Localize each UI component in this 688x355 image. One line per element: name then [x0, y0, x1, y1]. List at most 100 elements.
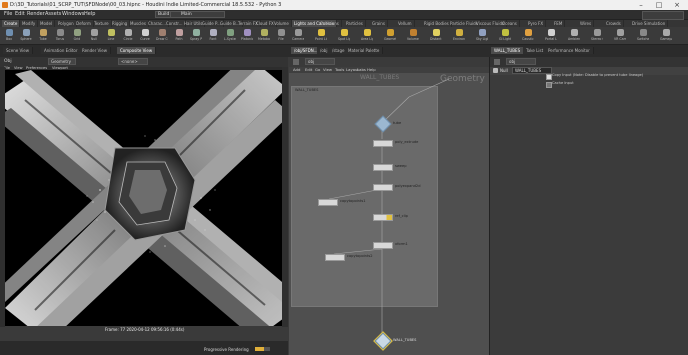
tool-camera[interactable]: Camera — [292, 29, 304, 41]
menu-help[interactable]: Help — [84, 11, 95, 17]
tool-platonic[interactable]: Platonic — [241, 29, 253, 41]
node-label-polyexpand2d: polyexpand2d — [395, 184, 421, 188]
tool-circle[interactable]: Circle — [122, 29, 134, 41]
tool-tube[interactable]: Tube — [37, 29, 49, 41]
tool-box[interactable]: Box — [3, 29, 15, 41]
menu-windows[interactable]: Windows — [62, 11, 84, 17]
param-toolbar: obj — [490, 57, 688, 67]
tool-null[interactable]: Null — [88, 29, 100, 41]
tool-distant-light[interactable]: Distant Light — [430, 29, 442, 41]
tool-point-light[interactable]: Point Light — [315, 29, 327, 41]
shelf-tab-deform[interactable]: Deform — [74, 20, 94, 27]
shelf-tab-modify[interactable]: Modify — [20, 20, 39, 27]
shelf-tab-collisions[interactable]: Collisions — [318, 20, 342, 27]
cache-input-label: Cache Input — [552, 81, 574, 85]
tool-spot-light[interactable]: Spot Light — [338, 29, 350, 41]
tool-line[interactable]: Line — [105, 29, 117, 41]
node-poly-extrude[interactable] — [373, 140, 393, 147]
user-dropdown[interactable] — [642, 11, 684, 20]
network-tab-material-palette[interactable]: Material Palette — [345, 47, 384, 54]
tool-ambient-light[interactable]: Ambient Light — [568, 29, 580, 41]
tool-switcher[interactable]: Switcher — [637, 29, 649, 41]
tool-volume-light[interactable]: Volume Light — [407, 29, 419, 41]
node-copytopoints1[interactable] — [318, 199, 338, 206]
param-tab-wall-tubes[interactable]: WALL_TUBES — [491, 47, 525, 54]
main-desktop-dropdown[interactable]: Main — [170, 11, 225, 18]
tool-grid[interactable]: Grid — [71, 29, 83, 41]
network-path-dropdown[interactable]: obj — [305, 58, 335, 65]
viewport-path-obj[interactable]: Obj — [4, 59, 12, 64]
pane-tab-composite-view[interactable]: Composite View — [117, 47, 157, 54]
shelf-tab-wires[interactable]: Wires — [578, 20, 595, 27]
node-name-field[interactable]: WALL_TUBES — [512, 67, 552, 74]
shelf-tab-grains[interactable]: Grains — [370, 20, 388, 27]
tool-gi-light[interactable]: GI Light — [499, 29, 511, 41]
tool-l-system[interactable]: L-System — [224, 29, 236, 41]
param-tab-take-list[interactable]: Take List — [523, 47, 548, 54]
tool-spray-paint[interactable]: Spray Paint — [190, 29, 202, 41]
shelf-tab-model[interactable]: Model — [38, 20, 56, 27]
tool-metaball[interactable]: Metaball — [258, 29, 270, 41]
tool-torus[interactable]: Torus — [54, 29, 66, 41]
tool-label: Line — [107, 37, 115, 41]
tool-area-light[interactable]: Area Light — [361, 29, 373, 41]
menu-edit[interactable]: Edit — [15, 11, 25, 17]
shelf-tab-volume[interactable]: Volume — [272, 20, 292, 27]
shelf-tab-drive-simulation[interactable]: Drive Simulation — [630, 20, 669, 27]
shelf-tab-crowds[interactable]: Crowds — [604, 20, 624, 27]
shelf-tab-pyro-fx[interactable]: Pyro FX — [526, 20, 547, 27]
render-viewport[interactable] — [5, 70, 282, 326]
param-back-icon[interactable] — [494, 59, 500, 65]
tool-label: Point Light — [315, 37, 327, 41]
volume-light-icon — [409, 29, 417, 36]
tool-vr-camera[interactable]: VR Camera — [614, 29, 626, 41]
node-ref-clip[interactable] — [373, 214, 393, 221]
minimize-icon[interactable]: – — [634, 1, 648, 9]
shelf-tab-fem[interactable]: FEM — [552, 20, 566, 27]
tool-font[interactable]: Font — [207, 29, 219, 41]
tool-path[interactable]: Path — [173, 29, 185, 41]
tool-environment-light[interactable]: Environment Light — [453, 29, 465, 41]
tool-draw-curve[interactable]: Draw Curve — [156, 29, 168, 41]
tool-file[interactable]: File — [275, 29, 287, 41]
param-path-dropdown[interactable]: obj — [506, 58, 536, 65]
node-copytopoints2[interactable] — [325, 254, 345, 261]
geometry-light-icon — [386, 29, 394, 36]
menu-assets[interactable]: Assets — [45, 11, 61, 17]
node-wires — [328, 78, 450, 335]
tool-geometry-light[interactable]: Geometry Light — [384, 29, 396, 41]
node-xform1[interactable] — [373, 242, 393, 249]
tool-label: Font — [209, 37, 217, 41]
tool-stereo-camera[interactable]: Stereo Camera — [591, 29, 603, 41]
pane-tab-scene-view[interactable]: Scene View — [3, 47, 33, 54]
pane-tab-animation-editor[interactable]: Animation Editor — [41, 47, 82, 54]
close-icon[interactable]: × — [670, 1, 684, 9]
back-icon[interactable] — [293, 59, 299, 65]
camera-dropdown[interactable]: <none> — [118, 58, 148, 65]
distant-light-icon — [432, 29, 440, 36]
shelf-tab-vellum[interactable]: Vellum — [396, 20, 415, 27]
render-status: Progressive Rendering — [204, 347, 249, 352]
tool-caustic-light[interactable]: Caustic Light — [522, 29, 534, 41]
tool-portal-light[interactable]: Portal Light — [545, 29, 557, 41]
menu-file[interactable]: File — [4, 11, 12, 17]
node-polyexpand2d[interactable] — [373, 184, 393, 191]
maximize-icon[interactable]: □ — [652, 1, 666, 9]
shelf-tab-create[interactable]: Create — [2, 20, 21, 27]
node-sweep[interactable] — [373, 164, 393, 171]
shelf-tab-texture[interactable]: Texture — [92, 20, 112, 27]
tool-label: Sphere — [20, 37, 32, 41]
viewport-context-dropdown[interactable]: Geometry — [48, 58, 76, 65]
tool-curve[interactable]: Curve — [139, 29, 151, 41]
line-icon — [107, 29, 115, 36]
tool-sky-light[interactable]: Sky Light — [476, 29, 488, 41]
render-progress-fill — [255, 347, 264, 351]
shelf-tab-particles[interactable]: Particles — [344, 20, 366, 27]
menu-render[interactable]: Render — [27, 11, 45, 17]
metaball-icon — [260, 29, 268, 36]
param-tab-performance-monitor[interactable]: Performance Monitor — [545, 47, 594, 54]
pane-tab-render-view[interactable]: Render View — [79, 47, 112, 54]
shelf-tab-oceans[interactable]: Oceans — [500, 20, 520, 27]
tool-sphere[interactable]: Sphere — [20, 29, 32, 41]
tool-gamepad-camera[interactable]: Gamepad Camera — [660, 29, 672, 41]
